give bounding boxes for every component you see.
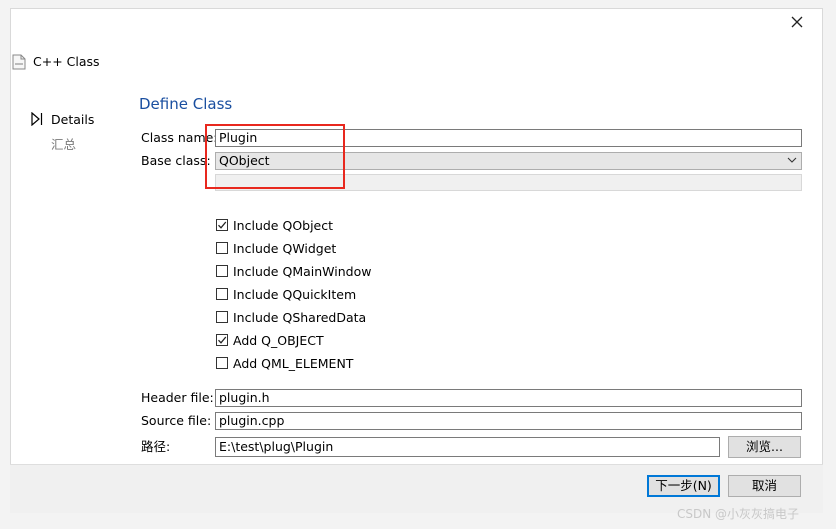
option-checkbox-row[interactable]: Add Q_OBJECT: [216, 332, 324, 348]
option-checkbox-row[interactable]: Include QQuickItem: [216, 286, 356, 302]
nav-step-summary: 汇总: [51, 137, 77, 152]
header-file-label: Header file:: [141, 390, 214, 405]
checkmark-icon: [218, 336, 227, 344]
checkbox[interactable]: [216, 265, 228, 277]
cancel-button[interactable]: 取消: [728, 475, 801, 497]
option-checkbox-row[interactable]: Include QWidget: [216, 240, 336, 256]
source-file-input[interactable]: plugin.cpp: [215, 412, 802, 430]
next-button[interactable]: 下一步(N): [647, 475, 720, 497]
option-checkbox-row[interactable]: Include QMainWindow: [216, 263, 371, 279]
close-icon[interactable]: [787, 12, 807, 32]
checkbox[interactable]: [216, 311, 228, 323]
checkbox-label: Include QQuickItem: [233, 286, 357, 302]
checkbox-label: Add QML_ELEMENT: [233, 355, 354, 371]
base-class-label: Base class:: [141, 153, 211, 168]
header-file-input[interactable]: plugin.h: [215, 389, 802, 407]
browse-button[interactable]: 浏览...: [728, 436, 801, 458]
file-icon: [12, 54, 26, 70]
page-title: Define Class: [139, 95, 233, 113]
checkbox-label: Add Q_OBJECT: [233, 332, 324, 348]
checkbox-label: Include QMainWindow: [233, 263, 372, 279]
chevron-down-icon: [787, 157, 797, 163]
watermark: CSDN @小灰灰搞电子: [677, 507, 800, 521]
option-checkbox-row[interactable]: Include QSharedData: [216, 309, 366, 325]
annotation-highlight-box: [205, 124, 345, 189]
checkbox-label: Include QSharedData: [233, 309, 367, 325]
source-file-label: Source file:: [141, 413, 212, 428]
current-step-arrow-icon: [31, 112, 43, 126]
checkmark-icon: [218, 221, 227, 229]
checkbox[interactable]: [216, 242, 228, 254]
path-label: 路径:: [141, 439, 171, 454]
checkbox[interactable]: [216, 334, 228, 346]
nav-step-details: Details: [51, 112, 95, 127]
checkbox-label: Include QObject: [233, 217, 334, 233]
checkbox-label: Include QWidget: [233, 240, 337, 256]
checkbox[interactable]: [216, 288, 228, 300]
option-checkbox-row[interactable]: Add QML_ELEMENT: [216, 355, 353, 371]
option-checkbox-row[interactable]: Include QObject: [216, 217, 333, 233]
checkbox[interactable]: [216, 357, 228, 369]
path-input[interactable]: E:\test\plug\Plugin: [215, 437, 720, 457]
checkbox[interactable]: [216, 219, 228, 231]
wizard-title: C++ Class: [33, 54, 100, 69]
